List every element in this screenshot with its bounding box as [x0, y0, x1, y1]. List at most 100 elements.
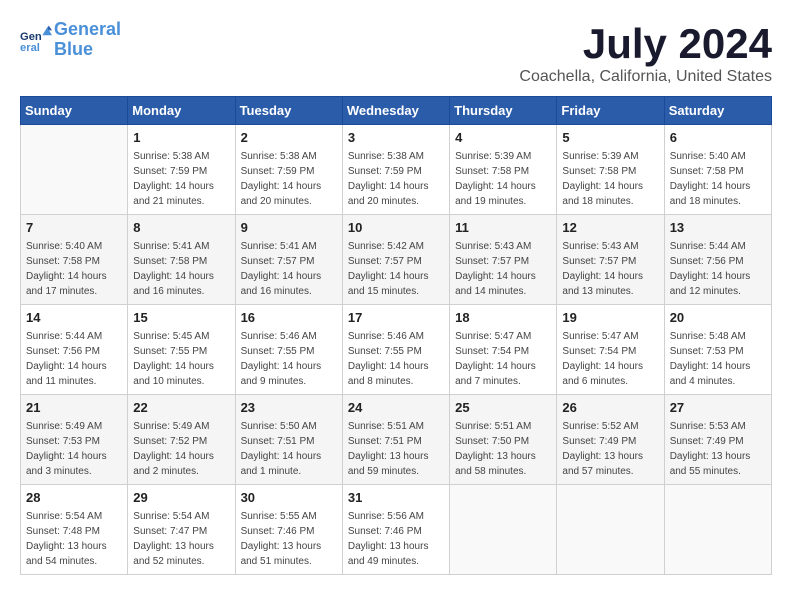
day-info: Sunrise: 5:47 AM Sunset: 7:54 PM Dayligh…: [562, 329, 658, 389]
day-info: Sunrise: 5:40 AM Sunset: 7:58 PM Dayligh…: [670, 149, 766, 209]
header-sunday: Sunday: [21, 97, 128, 125]
title-area: July 2024 Coachella, California, United …: [519, 20, 772, 86]
calendar-cell: 23Sunrise: 5:50 AM Sunset: 7:51 PM Dayli…: [235, 395, 342, 485]
day-info: Sunrise: 5:52 AM Sunset: 7:49 PM Dayligh…: [562, 419, 658, 479]
calendar-cell: 16Sunrise: 5:46 AM Sunset: 7:55 PM Dayli…: [235, 305, 342, 395]
calendar-cell: 3Sunrise: 5:38 AM Sunset: 7:59 PM Daylig…: [342, 125, 449, 215]
day-number: 25: [455, 399, 551, 417]
day-number: 5: [562, 129, 658, 147]
day-number: 22: [133, 399, 229, 417]
day-number: 6: [670, 129, 766, 147]
calendar-cell: 31Sunrise: 5:56 AM Sunset: 7:46 PM Dayli…: [342, 485, 449, 575]
calendar-cell: 5Sunrise: 5:39 AM Sunset: 7:58 PM Daylig…: [557, 125, 664, 215]
day-number: 1: [133, 129, 229, 147]
day-info: Sunrise: 5:46 AM Sunset: 7:55 PM Dayligh…: [241, 329, 337, 389]
svg-text:eral: eral: [20, 42, 40, 54]
day-info: Sunrise: 5:44 AM Sunset: 7:56 PM Dayligh…: [670, 239, 766, 299]
logo-icon: Gen eral: [20, 24, 52, 56]
day-info: Sunrise: 5:46 AM Sunset: 7:55 PM Dayligh…: [348, 329, 444, 389]
header-friday: Friday: [557, 97, 664, 125]
calendar-week-row: 7 Sunrise: 5:40 AM Sunset: 7:58 PM Daylig…: [21, 215, 772, 305]
calendar-header-row: SundayMondayTuesdayWednesdayThursdayFrid…: [21, 97, 772, 125]
day-info: Sunrise: 5:38 AM Sunset: 7:59 PM Dayligh…: [241, 149, 337, 209]
day-number: 11: [455, 219, 551, 237]
calendar-week-row: 1 Sunrise: 5:38 AM Sunset: 7:59 PM Daylig…: [21, 125, 772, 215]
day-number: 18: [455, 309, 551, 327]
day-info: Sunrise: 5:44 AM Sunset: 7:56 PM Dayligh…: [26, 329, 122, 389]
day-number: 20: [670, 309, 766, 327]
day-number: 31: [348, 489, 444, 507]
day-info: Sunrise: 5:45 AM Sunset: 7:55 PM Dayligh…: [133, 329, 229, 389]
day-number: 15: [133, 309, 229, 327]
day-info: Sunrise: 5:41 AM Sunset: 7:57 PM Dayligh…: [241, 239, 337, 299]
calendar-cell: 28 Sunrise: 5:54 AM Sunset: 7:48 PM Dayli…: [21, 485, 128, 575]
calendar-cell: 13 Sunrise: 5:44 AM Sunset: 7:56 PM Dayli…: [664, 215, 771, 305]
calendar-cell: 29 Sunrise: 5:54 AM Sunset: 7:47 PM Dayli…: [128, 485, 235, 575]
calendar-cell: 12Sunrise: 5:43 AM Sunset: 7:57 PM Dayli…: [557, 215, 664, 305]
calendar-cell: [664, 485, 771, 575]
calendar-cell: 30 Sunrise: 5:55 AM Sunset: 7:46 PM Dayli…: [235, 485, 342, 575]
day-number: 28: [26, 489, 122, 507]
calendar-cell: 14 Sunrise: 5:44 AM Sunset: 7:56 PM Dayli…: [21, 305, 128, 395]
day-info: Sunrise: 5:43 AM Sunset: 7:57 PM Dayligh…: [455, 239, 551, 299]
header-wednesday: Wednesday: [342, 97, 449, 125]
day-number: 24: [348, 399, 444, 417]
day-info: Sunrise: 5:48 AM Sunset: 7:53 PM Dayligh…: [670, 329, 766, 389]
calendar-cell: 11 Sunrise: 5:43 AM Sunset: 7:57 PM Dayli…: [450, 215, 557, 305]
day-number: 29: [133, 489, 229, 507]
day-info: Sunrise: 5:50 AM Sunset: 7:51 PM Dayligh…: [241, 419, 337, 479]
day-number: 30: [241, 489, 337, 507]
day-info: Sunrise: 5:40 AM Sunset: 7:58 PM Dayligh…: [26, 239, 122, 299]
calendar-cell: 10Sunrise: 5:42 AM Sunset: 7:57 PM Dayli…: [342, 215, 449, 305]
day-info: Sunrise: 5:49 AM Sunset: 7:52 PM Dayligh…: [133, 419, 229, 479]
day-number: 27: [670, 399, 766, 417]
calendar-title: July 2024: [519, 20, 772, 68]
page-header: Gen eral GeneralBlue July 2024 Coachella…: [20, 20, 772, 86]
day-info: Sunrise: 5:42 AM Sunset: 7:57 PM Dayligh…: [348, 239, 444, 299]
calendar-cell: 25Sunrise: 5:51 AM Sunset: 7:50 PM Dayli…: [450, 395, 557, 485]
calendar-cell: 17Sunrise: 5:46 AM Sunset: 7:55 PM Dayli…: [342, 305, 449, 395]
day-number: 21: [26, 399, 122, 417]
day-number: 8: [133, 219, 229, 237]
day-info: Sunrise: 5:47 AM Sunset: 7:54 PM Dayligh…: [455, 329, 551, 389]
calendar-week-row: 28 Sunrise: 5:54 AM Sunset: 7:48 PM Dayli…: [21, 485, 772, 575]
day-info: Sunrise: 5:43 AM Sunset: 7:57 PM Dayligh…: [562, 239, 658, 299]
calendar-cell: [557, 485, 664, 575]
day-number: 2: [241, 129, 337, 147]
calendar-week-row: 21Sunrise: 5:49 AM Sunset: 7:53 PM Dayli…: [21, 395, 772, 485]
calendar-cell: [21, 125, 128, 215]
calendar-cell: 19 Sunrise: 5:47 AM Sunset: 7:54 PM Dayli…: [557, 305, 664, 395]
day-info: Sunrise: 5:53 AM Sunset: 7:49 PM Dayligh…: [670, 419, 766, 479]
day-info: Sunrise: 5:41 AM Sunset: 7:58 PM Dayligh…: [133, 239, 229, 299]
header-monday: Monday: [128, 97, 235, 125]
calendar-cell: 18 Sunrise: 5:47 AM Sunset: 7:54 PM Dayli…: [450, 305, 557, 395]
calendar-cell: 4Sunrise: 5:39 AM Sunset: 7:58 PM Daylig…: [450, 125, 557, 215]
calendar-cell: 6 Sunrise: 5:40 AM Sunset: 7:58 PM Daylig…: [664, 125, 771, 215]
calendar-cell: 27 Sunrise: 5:53 AM Sunset: 7:49 PM Dayli…: [664, 395, 771, 485]
day-info: Sunrise: 5:55 AM Sunset: 7:46 PM Dayligh…: [241, 509, 337, 569]
day-number: 19: [562, 309, 658, 327]
calendar-cell: 21Sunrise: 5:49 AM Sunset: 7:53 PM Dayli…: [21, 395, 128, 485]
header-tuesday: Tuesday: [235, 97, 342, 125]
calendar-cell: 15 Sunrise: 5:45 AM Sunset: 7:55 PM Dayli…: [128, 305, 235, 395]
calendar-cell: 2 Sunrise: 5:38 AM Sunset: 7:59 PM Daylig…: [235, 125, 342, 215]
calendar-subtitle: Coachella, California, United States: [519, 68, 772, 86]
calendar-cell: 24Sunrise: 5:51 AM Sunset: 7:51 PM Dayli…: [342, 395, 449, 485]
logo: Gen eral GeneralBlue: [20, 20, 121, 60]
day-number: 14: [26, 309, 122, 327]
calendar-cell: 1Sunrise: 5:38 AM Sunset: 7:59 PM Daylig…: [128, 125, 235, 215]
day-info: Sunrise: 5:54 AM Sunset: 7:48 PM Dayligh…: [26, 509, 122, 569]
calendar-table: SundayMondayTuesdayWednesdayThursdayFrid…: [20, 96, 772, 575]
day-number: 13: [670, 219, 766, 237]
svg-text:Gen: Gen: [20, 31, 42, 43]
calendar-cell: 9Sunrise: 5:41 AM Sunset: 7:57 PM Daylig…: [235, 215, 342, 305]
calendar-cell: 7 Sunrise: 5:40 AM Sunset: 7:58 PM Daylig…: [21, 215, 128, 305]
calendar-cell: 26Sunrise: 5:52 AM Sunset: 7:49 PM Dayli…: [557, 395, 664, 485]
day-number: 7: [26, 219, 122, 237]
calendar-cell: 20 Sunrise: 5:48 AM Sunset: 7:53 PM Dayli…: [664, 305, 771, 395]
day-info: Sunrise: 5:54 AM Sunset: 7:47 PM Dayligh…: [133, 509, 229, 569]
calendar-cell: 8 Sunrise: 5:41 AM Sunset: 7:58 PM Daylig…: [128, 215, 235, 305]
day-info: Sunrise: 5:39 AM Sunset: 7:58 PM Dayligh…: [455, 149, 551, 209]
day-info: Sunrise: 5:38 AM Sunset: 7:59 PM Dayligh…: [348, 149, 444, 209]
calendar-cell: 22 Sunrise: 5:49 AM Sunset: 7:52 PM Dayli…: [128, 395, 235, 485]
